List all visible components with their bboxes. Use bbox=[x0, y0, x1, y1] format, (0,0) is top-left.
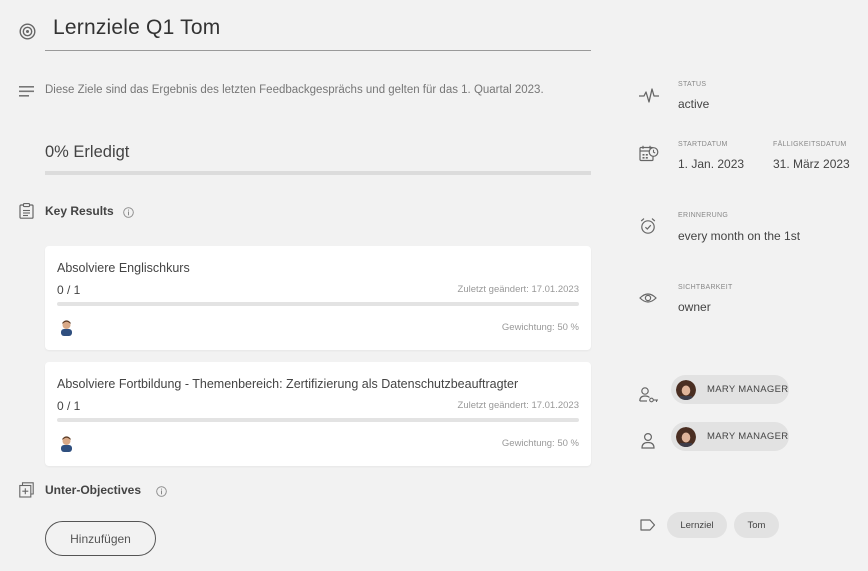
key-result-progress: 0 / 1 bbox=[57, 283, 81, 297]
key-result-weight: Gewichtung: 50 % bbox=[501, 438, 579, 449]
key-result-progress-bar bbox=[57, 302, 579, 306]
add-sub-objective-button[interactable]: Hinzufügen bbox=[45, 521, 156, 556]
key-result-last-changed: Zuletzt geändert: 17.01.2023 bbox=[457, 400, 579, 411]
tag-chip[interactable]: Lernziel bbox=[667, 512, 727, 538]
key-result-title[interactable]: Absolviere Fortbildung - Themenbereich: … bbox=[57, 377, 518, 391]
user-icon bbox=[641, 432, 655, 449]
pulse-icon bbox=[639, 88, 659, 103]
tag-chip[interactable]: Tom bbox=[734, 512, 779, 538]
manager-chip[interactable]: MARY MANAGER bbox=[671, 375, 789, 404]
description-icon bbox=[19, 86, 34, 97]
key-result-progress: 0 / 1 bbox=[57, 399, 81, 413]
owner-chip[interactable]: MARY MANAGER bbox=[671, 422, 789, 451]
user-key-icon bbox=[639, 387, 658, 403]
user-avatar[interactable] bbox=[59, 435, 74, 452]
status-value[interactable]: active bbox=[678, 97, 709, 111]
key-result-title[interactable]: Absolviere Englischkurs bbox=[57, 261, 190, 275]
objective-title[interactable]: Lernziele Q1 Tom bbox=[53, 16, 220, 40]
key-result-progress-bar bbox=[57, 418, 579, 422]
key-result-card[interactable]: Absolviere Englischkurs 0 / 1 Zuletzt ge… bbox=[45, 246, 591, 350]
owner-avatar bbox=[676, 426, 696, 447]
progress-bar bbox=[45, 171, 591, 175]
user-avatar[interactable] bbox=[59, 319, 74, 336]
title-underline bbox=[45, 50, 591, 51]
key-result-weight: Gewichtung: 50 % bbox=[501, 322, 579, 333]
visibility-value[interactable]: owner bbox=[678, 300, 711, 314]
due-date-label: FÄLLIGKEITSDATUM bbox=[773, 141, 847, 148]
target-icon bbox=[19, 23, 36, 40]
objective-description[interactable]: Diese Ziele sind das Ergebnis des letzte… bbox=[45, 84, 544, 96]
owner-name: MARY MANAGER bbox=[707, 431, 789, 442]
start-date-label: STARTDATUM bbox=[678, 141, 728, 148]
manager-avatar bbox=[676, 379, 696, 400]
add-sub-objective-icon bbox=[19, 482, 34, 498]
calendar-clock-icon bbox=[639, 145, 659, 162]
tag-icon bbox=[640, 519, 656, 531]
clipboard-icon bbox=[19, 203, 34, 219]
manager-name: MARY MANAGER bbox=[707, 384, 789, 395]
sub-objectives-heading: Unter-Objectives bbox=[45, 483, 142, 497]
visibility-label: SICHTBARKEIT bbox=[678, 284, 733, 291]
reminder-label: ERINNERUNG bbox=[678, 212, 729, 219]
eye-icon bbox=[639, 293, 657, 303]
info-icon[interactable] bbox=[123, 207, 134, 218]
reminder-value[interactable]: every month on the 1st bbox=[678, 229, 800, 243]
key-result-last-changed: Zuletzt geändert: 17.01.2023 bbox=[457, 284, 579, 295]
start-date-value[interactable]: 1. Jan. 2023 bbox=[678, 157, 744, 171]
progress-label: 0% Erledigt bbox=[45, 143, 130, 161]
key-result-card[interactable]: Absolviere Fortbildung - Themenbereich: … bbox=[45, 362, 591, 466]
alarm-icon bbox=[640, 218, 656, 234]
info-icon[interactable] bbox=[156, 486, 167, 497]
due-date-value[interactable]: 31. März 2023 bbox=[773, 157, 850, 171]
key-results-heading: Key Results bbox=[45, 204, 114, 218]
status-label: STATUS bbox=[678, 81, 707, 88]
